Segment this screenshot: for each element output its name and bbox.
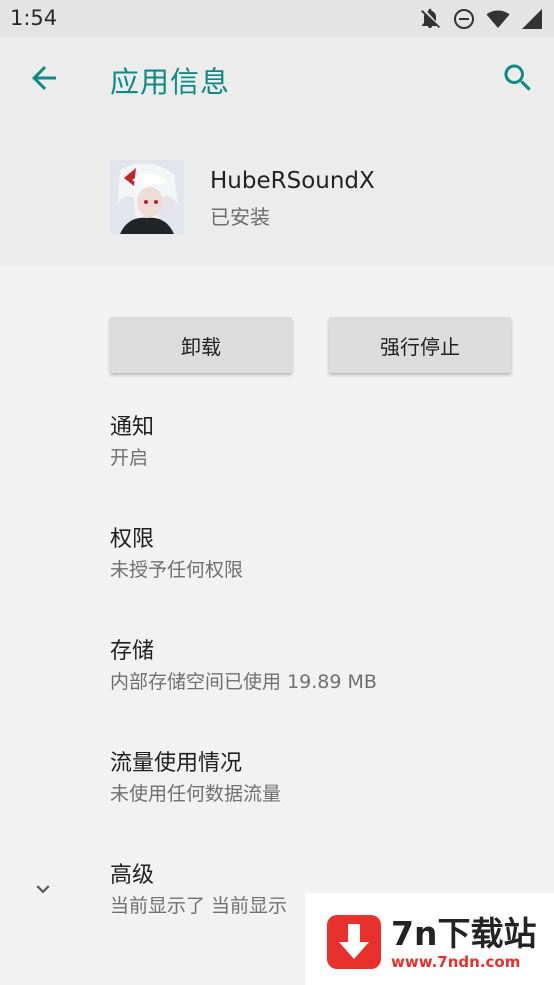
- download-logo-icon: [327, 915, 381, 969]
- watermark-title: 7n下载站: [391, 914, 537, 953]
- item-subtitle: 未授予任何权限: [110, 559, 244, 581]
- notifications-off-icon: [418, 7, 442, 31]
- watermark-url: www.7ndn.com: [391, 953, 521, 971]
- list-item-storage[interactable]: 存储 内部存储空间已使用 19.89 MB: [110, 638, 530, 695]
- item-title: 通知: [110, 415, 155, 440]
- wifi-icon: [486, 7, 510, 31]
- expand-advanced-button[interactable]: [30, 876, 56, 902]
- list-item-permissions[interactable]: 权限 未授予任何权限: [110, 526, 530, 583]
- chevron-down-icon: [36, 885, 50, 894]
- status-icons: [418, 7, 544, 31]
- do-not-disturb-icon: [452, 7, 476, 31]
- item-subtitle: 开启: [110, 447, 149, 469]
- uninstall-button[interactable]: 卸载: [110, 317, 292, 373]
- force-stop-button[interactable]: 强行停止: [329, 317, 511, 373]
- cellular-signal-icon: [520, 7, 544, 31]
- item-title: 权限: [110, 527, 155, 552]
- list-item-data-usage[interactable]: 流量使用情况 未使用任何数据流量: [110, 750, 530, 807]
- item-title: 流量使用情况: [110, 751, 243, 776]
- status-bar: 1:54: [0, 0, 554, 38]
- item-subtitle: 内部存储空间已使用 19.89 MB: [110, 671, 377, 693]
- back-button[interactable]: [26, 60, 62, 96]
- item-title: 高级: [110, 863, 155, 888]
- app-install-status: 已安装: [210, 205, 270, 229]
- search-icon: [504, 64, 531, 91]
- app-name: HubeRSoundX: [210, 168, 375, 194]
- app-icon: [110, 160, 184, 234]
- app-info-header: 应用信息 HubeRSoundX 已安装: [0, 38, 554, 266]
- arrow-back-icon: [32, 66, 56, 90]
- status-time: 1:54: [10, 6, 58, 30]
- list-item-notifications[interactable]: 通知 开启: [110, 414, 530, 471]
- item-title: 存储: [110, 639, 155, 664]
- page-title: 应用信息: [110, 65, 231, 99]
- item-subtitle: 未使用任何数据流量: [110, 783, 282, 805]
- watermark: 7n下载站 www.7ndn.com: [305, 893, 554, 985]
- search-button[interactable]: [500, 60, 536, 96]
